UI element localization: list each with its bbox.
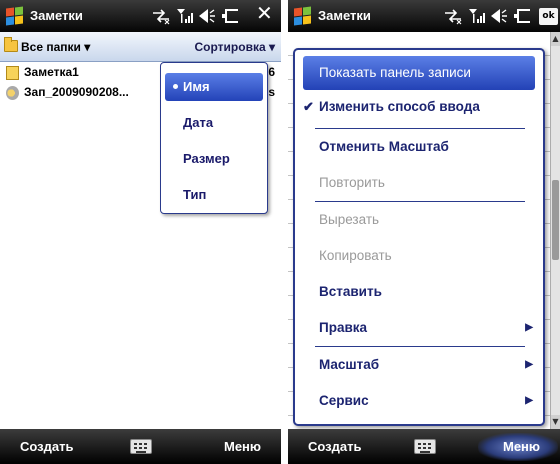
softkey-create[interactable]: Создать (20, 439, 73, 454)
sort-option-type[interactable]: Тип (165, 181, 263, 209)
menu-item-label: Копировать (319, 248, 392, 263)
submenu-arrow-icon: ▶ (525, 359, 533, 370)
menu-item-label: Отменить Масштаб (319, 139, 449, 154)
signal-icon[interactable] (176, 6, 194, 26)
sort-menu: Имя Дата Размер Тип (160, 62, 268, 214)
menu-item-cut: Вырезать (303, 203, 535, 237)
title-bar: Заметки ok (288, 0, 560, 32)
connectivity-icon[interactable] (442, 6, 464, 26)
folder-bar: Все папки ▾ Сортировка ▾ (0, 32, 281, 62)
list-item-name: Заметка1 (24, 65, 79, 79)
menu-item-zoom[interactable]: Масштаб ▶ (303, 348, 535, 382)
windows-logo-icon[interactable] (6, 6, 24, 26)
title-bar: Заметки ✕ (0, 0, 281, 32)
sort-option-label: Размер (183, 151, 230, 166)
menu-item-label: Масштаб (319, 357, 380, 372)
menu-item-paste[interactable]: Вставить (303, 275, 535, 309)
submenu-arrow-icon: ▶ (525, 395, 533, 406)
list-item-name: Зап_2009090208... (24, 85, 129, 99)
sort-option-label: Тип (183, 187, 207, 202)
scroll-thumb[interactable] (552, 180, 559, 260)
check-icon: ✔ (303, 99, 314, 114)
menu-item-change-input[interactable]: ✔ Изменить способ ввода (303, 90, 535, 124)
menu-item-tools[interactable]: Сервис ▶ (303, 384, 535, 418)
menu-item-label: Показать панель записи (319, 65, 471, 80)
menu-item-label: Сервис (319, 393, 369, 408)
connectivity-icon[interactable] (150, 6, 172, 26)
menu-item-label: Повторить (319, 175, 385, 190)
keyboard-icon[interactable] (414, 439, 436, 454)
left-screen: Заметки ✕ Все папки ▾ Сортировка ▾ Замет… (0, 0, 281, 464)
volume-icon[interactable] (198, 6, 216, 26)
battery-icon[interactable] (512, 6, 532, 26)
keyboard-icon[interactable] (130, 439, 152, 454)
ok-button[interactable]: ok (539, 8, 558, 25)
sort-option-label: Имя (183, 79, 210, 94)
folder-dropdown[interactable]: Все папки ▾ (21, 40, 90, 54)
close-icon[interactable]: ✕ (256, 3, 273, 23)
sort-option-label: Дата (183, 115, 214, 130)
menu-item-label: Вставить (319, 284, 382, 299)
softkey-bar: Создать Меню (288, 429, 560, 464)
menu-item-edit[interactable]: Правка ▶ (303, 311, 535, 345)
softkey-menu[interactable]: Меню (503, 439, 540, 454)
app-title: Заметки (30, 8, 83, 23)
right-screen: Заметки ok ▲ ▼ Показать панель записи ✔ … (288, 0, 560, 464)
scrollbar[interactable]: ▲ ▼ (550, 32, 560, 429)
audio-icon (6, 86, 19, 100)
menu-item-label: Изменить способ ввода (319, 99, 480, 114)
list-item-meta: 6 (268, 65, 275, 79)
sort-option-size[interactable]: Размер (165, 145, 263, 173)
selected-bullet-icon (173, 84, 178, 89)
softkey-bar: Создать Меню (0, 429, 281, 464)
folder-icon (4, 37, 18, 52)
sort-option-date[interactable]: Дата (165, 109, 263, 137)
app-title: Заметки (318, 8, 371, 23)
menu-item-cancel-zoom[interactable]: Отменить Масштаб (303, 130, 535, 164)
windows-logo-icon[interactable] (294, 6, 312, 26)
menu-separator (315, 201, 525, 202)
menu-separator (315, 346, 525, 347)
note-icon (6, 66, 19, 80)
scroll-down-icon[interactable]: ▼ (551, 415, 560, 429)
signal-icon[interactable] (468, 6, 486, 26)
scroll-up-icon[interactable]: ▲ (551, 32, 560, 46)
menu-item-redo: Повторить (303, 166, 535, 200)
battery-icon[interactable] (220, 6, 240, 26)
menu-separator (315, 128, 525, 129)
menu-item-show-panel[interactable]: Показать панель записи (303, 56, 535, 90)
menu-item-label: Правка (319, 320, 368, 335)
menu-item-copy: Копировать (303, 239, 535, 273)
softkey-create[interactable]: Создать (308, 439, 361, 454)
sort-dropdown[interactable]: Сортировка ▾ (195, 40, 276, 54)
sort-option-name[interactable]: Имя (165, 73, 263, 101)
volume-icon[interactable] (490, 6, 508, 26)
softkey-menu[interactable]: Меню (224, 439, 261, 454)
submenu-arrow-icon: ▶ (525, 322, 533, 333)
context-menu: Показать панель записи ✔ Изменить способ… (293, 48, 545, 426)
menu-item-label: Вырезать (319, 212, 380, 227)
